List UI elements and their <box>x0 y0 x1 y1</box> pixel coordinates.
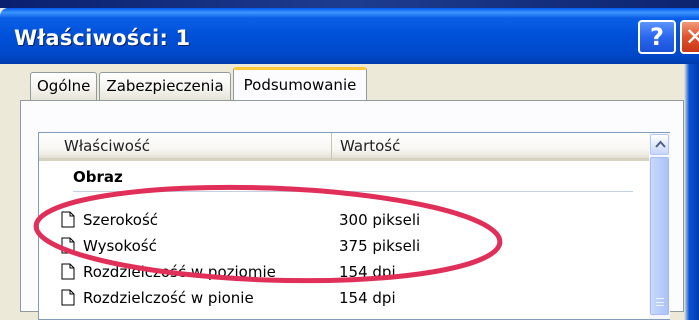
property-name: Rozdzielczość w pionie <box>83 289 254 307</box>
window-border <box>684 64 699 320</box>
list-item[interactable]: Rozdzielczość w pionie 154 dpi <box>61 285 641 311</box>
list-item[interactable]: Wysokość 375 pikseli <box>61 233 641 259</box>
property-name: Rozdzielczość w poziomie <box>83 263 276 281</box>
list-item[interactable]: Szerokość 300 pikseli <box>61 207 641 233</box>
scroll-up-button[interactable] <box>650 134 669 155</box>
vertical-scrollbar[interactable] <box>649 133 670 319</box>
close-button[interactable]: ✕ <box>680 20 699 54</box>
column-header-property[interactable]: Właściwość <box>64 133 324 159</box>
property-name: Szerokość <box>83 211 159 229</box>
property-value: 375 pikseli <box>339 237 421 255</box>
tab-strip: Ogólne Zabezpieczenia Podsumowanie <box>30 66 369 101</box>
tab-summary[interactable]: Podsumowanie <box>232 67 368 101</box>
scroll-thumb[interactable] <box>650 157 669 315</box>
tab-general[interactable]: Ogólne <box>30 72 98 100</box>
grip-icon <box>656 298 664 306</box>
property-value: 154 dpi <box>339 289 396 307</box>
group-header-image: Obraz <box>73 168 123 186</box>
column-header-value[interactable]: Wartość <box>331 133 631 159</box>
title-bar[interactable]: Właściwości: 1 ? ✕ <box>0 8 699 64</box>
document-icon <box>61 237 75 254</box>
property-name: Wysokość <box>83 237 157 255</box>
property-value: 300 pikseli <box>339 211 421 229</box>
list-item[interactable]: Rozdzielczość w poziomie 154 dpi <box>61 259 641 285</box>
list-header: Właściwość Wartość <box>39 133 649 161</box>
group-divider <box>73 191 633 192</box>
chevron-up-icon <box>655 140 666 148</box>
help-button[interactable]: ? <box>638 20 676 54</box>
document-icon <box>61 263 75 280</box>
properties-list[interactable]: Właściwość Wartość Obraz Szerokość 300 p… <box>38 132 670 320</box>
document-icon <box>61 289 75 306</box>
desktop-background <box>0 0 699 8</box>
document-icon <box>61 211 75 228</box>
tab-security[interactable]: Zabezpieczenia <box>99 72 231 100</box>
window-title: Właściwości: 1 <box>14 26 191 50</box>
property-value: 154 dpi <box>339 263 396 281</box>
